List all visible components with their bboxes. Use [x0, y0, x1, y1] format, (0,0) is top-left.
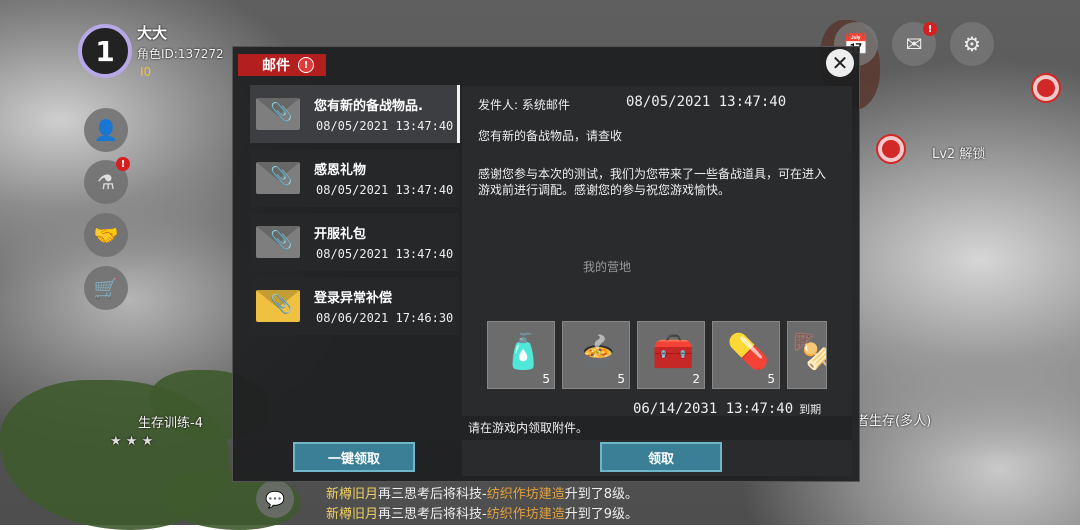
mail-subject: 您有新的备战物品，请查收: [478, 129, 623, 143]
soup-bowl-icon: 🍲: [577, 332, 620, 372]
mail-date: 08/06/2021 17:46:30: [316, 311, 454, 325]
mail-title: 感恩礼物: [314, 163, 367, 178]
player-rank: I0: [140, 65, 152, 79]
player-level-avatar[interactable]: 1: [78, 24, 132, 78]
claim-hint: 请在游戏内领取附件。: [462, 416, 852, 440]
attachment-count: 5: [617, 372, 625, 386]
mail-sender: 发件人: 系统邮件: [478, 98, 570, 112]
person-icon: 👤: [93, 118, 119, 142]
mail-date: 08/05/2021 13:47:40: [316, 247, 454, 261]
alliance-button[interactable]: 🤝: [84, 213, 128, 257]
chat-button[interactable]: 💬: [256, 480, 294, 518]
claim-all-button[interactable]: 一键领取: [293, 442, 415, 472]
paperclip-icon: 📎: [270, 294, 293, 315]
envelope-icon: 📎: [256, 98, 300, 130]
attachment-slot[interactable]: 🧴 5: [487, 321, 555, 389]
envelope-icon: 📎: [256, 290, 300, 322]
mail-list-item[interactable]: 📎 感恩礼物 08/05/2021 13:47:40: [250, 149, 458, 207]
chat-tech: 纺织作坊建造: [486, 507, 565, 522]
chat-sender: 新樽旧月: [326, 487, 379, 502]
attachment-slot[interactable]: 🍲 5: [562, 321, 630, 389]
map-stars: ★ ★ ★: [110, 434, 154, 449]
mail-tab-badge: !: [298, 57, 314, 73]
mail-detail-time: 08/05/2021 13:47:40: [626, 94, 787, 110]
chat-text: 再三思考后将科技-: [378, 507, 487, 522]
flask-icon: ⚗: [97, 170, 115, 194]
chat-message: 新樽旧月再三思考后将科技-纺织作坊建造升到了8级。: [326, 483, 638, 502]
attachment-count: 5: [542, 372, 550, 386]
handshake-icon: 🤝: [93, 223, 119, 247]
map-marker[interactable]: [1037, 79, 1055, 97]
attachment-expiry: 06/14/2031 13:47:40 到期: [633, 401, 821, 417]
gear-icon: ⚙: [963, 32, 981, 56]
mail-tab[interactable]: 邮件 !: [238, 54, 326, 76]
mail-date: 08/05/2021 13:47:40: [316, 119, 454, 133]
research-alert-badge: !: [116, 157, 130, 171]
mail-tab-label: 邮件: [262, 58, 290, 74]
paperclip-icon: 📎: [270, 166, 293, 187]
chat-bubble-icon: 💬: [265, 489, 285, 509]
attachment-slot[interactable]: 💊 5: [712, 321, 780, 389]
mail-list-item[interactable]: 📎 您有新的备战物品. 08/05/2021 13:47:40: [250, 85, 460, 143]
expiry-date: 06/14/2031 13:47:40: [633, 401, 794, 417]
chat-sender: 新樽旧月: [326, 507, 379, 522]
mail-list-item[interactable]: 📎 开服礼包 08/05/2021 13:47:40: [250, 213, 458, 271]
envelope-icon: 📎: [256, 226, 300, 258]
player-id: 角色ID:137272: [137, 47, 224, 61]
settings-button[interactable]: ⚙: [950, 22, 994, 66]
attachment-count: 2: [692, 372, 700, 386]
claim-button[interactable]: 领取: [600, 442, 722, 472]
map-marker[interactable]: [882, 140, 900, 158]
envelope-icon: 📎: [256, 162, 300, 194]
mail-list-item[interactable]: 📎 登录异常补偿 08/06/2021 17:46:30: [250, 277, 458, 335]
chat-text: 再三思考后将科技-: [378, 487, 487, 502]
player-name: 大大: [137, 24, 168, 42]
envelope-icon: ✉: [905, 32, 923, 56]
pills-icon: 💊: [727, 332, 770, 372]
chat-tail: 升到了8级。: [564, 487, 639, 502]
mail-body: 感谢您参与本次的测试，我们为您带来了一些备战道具，可在进入游戏前进行调配。感谢您…: [478, 167, 827, 197]
map-node-label[interactable]: 生存训练-4: [138, 412, 203, 431]
mail-date: 08/05/2021 13:47:40: [316, 183, 454, 197]
shop-button[interactable]: 🛒: [84, 266, 128, 310]
paperclip-icon: 📎: [270, 102, 293, 123]
attachment-slot[interactable]: 🧰 2: [637, 321, 705, 389]
chat-message: 新樽旧月再三思考后将科技-纺织作坊建造升到了9级。: [326, 503, 638, 522]
mail-title: 开服礼包: [314, 227, 367, 242]
mail-title: 您有新的备战物品.: [314, 99, 423, 114]
close-button[interactable]: ✕: [826, 49, 854, 77]
camp-watermark: 我的营地: [583, 260, 632, 274]
attachment-slot[interactable]: 🍢: [787, 321, 827, 389]
map-unlock-label: Lv2 解锁: [932, 147, 986, 162]
map-node-label[interactable]: 者生存(多人): [856, 410, 931, 429]
first-aid-kit-icon: 🧰: [652, 332, 695, 372]
paperclip-icon: 📎: [270, 230, 293, 251]
cart-icon: 🛒: [93, 276, 119, 300]
mail-alert-badge: !: [923, 22, 937, 36]
attachment-count: 5: [767, 372, 775, 386]
mail-title: 登录异常补偿: [314, 291, 393, 306]
water-bottle-icon: 🧴: [502, 332, 545, 372]
chat-tail: 升到了9级。: [564, 507, 639, 522]
chat-tech: 纺织作坊建造: [486, 487, 565, 502]
profile-button[interactable]: 👤: [84, 108, 128, 152]
food-skewer-icon: 🍢: [792, 332, 826, 372]
expiry-suffix: 到期: [799, 403, 822, 416]
